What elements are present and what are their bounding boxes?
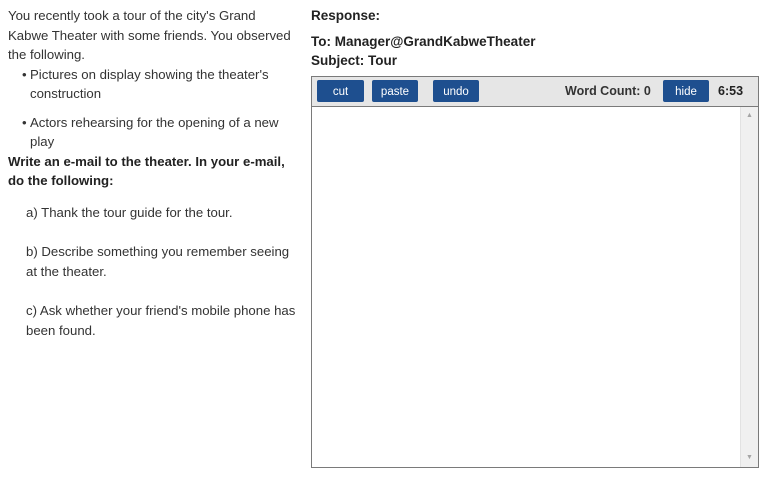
paste-button[interactable]: paste [372, 80, 418, 102]
email-header: Response: To: Manager@GrandKabweTheater … [311, 6, 535, 70]
task-prompt: You recently took a tour of the city's G… [8, 6, 298, 360]
bullet-icon: • [22, 114, 27, 130]
observation-item: • Pictures on display showing the theate… [8, 65, 298, 104]
email-subject-line: Subject: Tour [311, 53, 397, 68]
scroll-up-arrow-icon[interactable]: ▲ [741, 109, 758, 123]
task-item: b) Describe something you remember seein… [26, 244, 290, 279]
observation-text: Actors rehearsing for the opening of a n… [30, 114, 279, 150]
writing-task-screen: You recently took a tour of the city's G… [0, 0, 768, 484]
observation-text: Pictures on display showing the theater'… [30, 66, 269, 102]
response-text-area-container: ▲ ▼ [312, 107, 758, 467]
email-to-line: To: Manager@GrandKabweTheater [311, 34, 536, 49]
hide-button[interactable]: hide [663, 80, 709, 102]
response-text-area[interactable] [312, 107, 740, 467]
vertical-scrollbar[interactable]: ▲ ▼ [740, 107, 758, 467]
countdown-timer: 6:53 [718, 84, 744, 98]
undo-button[interactable]: undo [433, 80, 479, 102]
editor-toolbar: cut paste undo Word Count: 0 hide 6:53 [312, 77, 758, 107]
response-editor: cut paste undo Word Count: 0 hide 6:53 ▲… [311, 76, 759, 468]
prompt-instruction: Write an e-mail to the theater. In your … [8, 153, 285, 189]
prompt-intro: You recently took a tour of the city's G… [8, 8, 291, 62]
task-item: c) Ask whether your friend's mobile phon… [26, 303, 296, 338]
task-item: a) Thank the tour guide for the tour. [26, 204, 233, 220]
word-count: Word Count: 0 [565, 84, 651, 98]
cut-button[interactable]: cut [317, 80, 364, 102]
observation-list: • Pictures on display showing the theate… [8, 65, 298, 152]
bullet-icon: • [22, 66, 27, 82]
scroll-down-arrow-icon[interactable]: ▼ [741, 451, 758, 465]
response-label: Response: [311, 8, 381, 23]
task-list: a) Thank the tour guide for the tour. b)… [8, 203, 298, 341]
observation-item: • Actors rehearsing for the opening of a… [8, 113, 298, 152]
